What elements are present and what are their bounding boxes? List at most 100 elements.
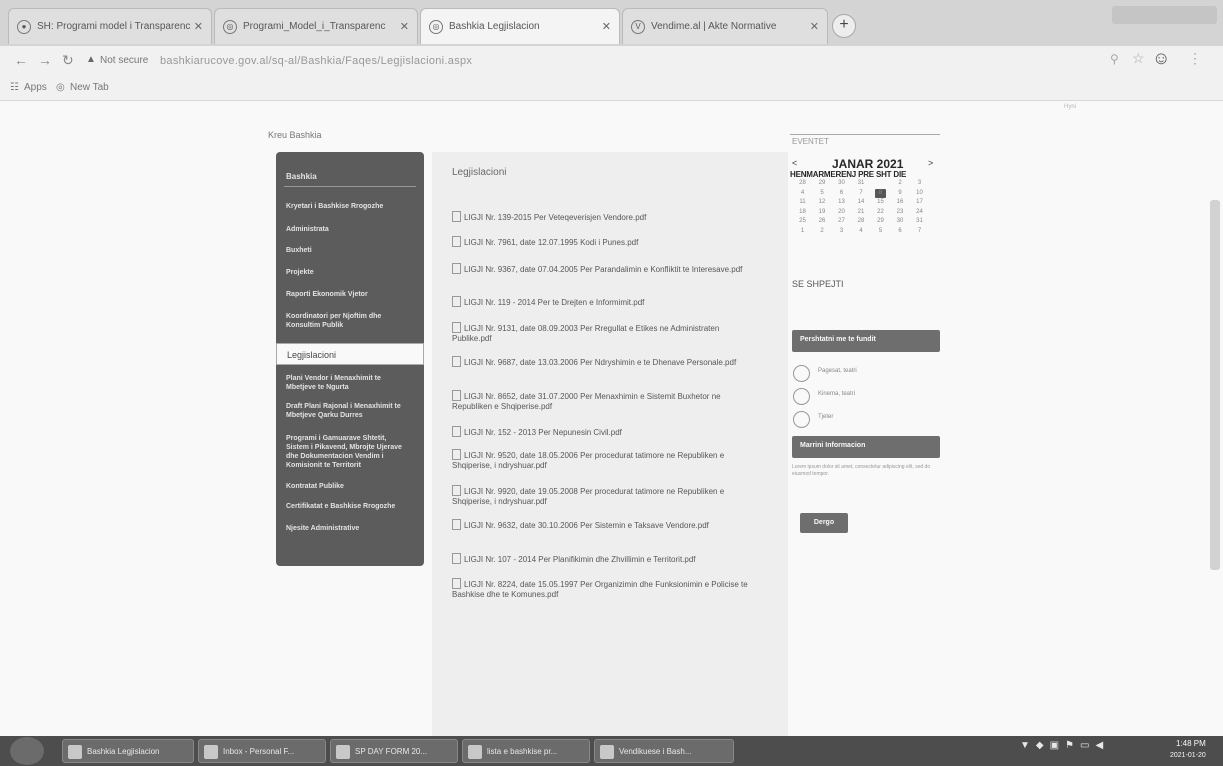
document-link[interactable]: LIGJI Nr. 7961, date 12.07.1995 Kodi i P…: [452, 236, 752, 248]
calendar-day[interactable]: 2: [895, 180, 906, 186]
calendar-day[interactable]: 29: [817, 180, 828, 186]
document-link[interactable]: LIGJI Nr. 9131, date 08.09.2003 Per Rreg…: [452, 322, 752, 344]
scrollbar[interactable]: [1210, 200, 1220, 570]
calendar-day[interactable]: 7: [856, 190, 867, 196]
radio-option-3[interactable]: [793, 411, 810, 428]
back-icon[interactable]: ←: [14, 52, 28, 68]
calendar-day[interactable]: 20: [836, 209, 847, 215]
close-icon[interactable]: ✕: [810, 20, 819, 33]
calendar-day[interactable]: 28: [797, 180, 808, 186]
document-link[interactable]: LIGJI Nr. 119 - 2014 Per te Drejten e In…: [452, 296, 752, 308]
calendar-day[interactable]: 16: [895, 199, 906, 205]
calendar-day[interactable]: 17: [914, 199, 925, 205]
document-link[interactable]: LIGJI Nr. 9520, date 18.05.2006 Per proc…: [452, 449, 752, 471]
close-icon[interactable]: ✕: [602, 20, 611, 33]
document-link[interactable]: LIGJI Nr. 107 - 2014 Per Planifikimin dh…: [452, 553, 752, 565]
menu-icon[interactable]: ⋮: [1188, 50, 1202, 67]
calendar-day[interactable]: 11: [797, 199, 808, 205]
calendar-day[interactable]: 18: [797, 209, 808, 215]
calendar-day[interactable]: 23: [895, 209, 906, 215]
calendar-day[interactable]: 28: [856, 218, 867, 224]
calendar-day[interactable]: 30: [836, 180, 847, 186]
document-link[interactable]: LIGJI Nr. 9632, date 30.10.2006 Per Sist…: [452, 519, 752, 531]
calendar-day[interactable]: 21: [856, 209, 867, 215]
profile-icon[interactable]: ☺: [1152, 48, 1170, 69]
calendar-day[interactable]: 2: [817, 228, 828, 234]
star-icon[interactable]: ☆: [1132, 50, 1145, 67]
calendar-day[interactable]: 14: [856, 199, 867, 205]
clock-date[interactable]: 2021-01-20: [1170, 752, 1206, 759]
sidebar-item-kontratat[interactable]: Kontratat Publike: [286, 482, 404, 491]
sidebar-item-buxheti[interactable]: Buxheti: [286, 246, 404, 255]
calendar-day[interactable]: 5: [817, 190, 828, 196]
calendar-day[interactable]: 7: [914, 228, 925, 234]
tab-3[interactable]: ◎ Bashkia Legjislacion ✕: [420, 8, 620, 44]
calendar-prev-button[interactable]: <: [792, 158, 797, 168]
security-label[interactable]: Not secure: [100, 55, 148, 66]
tab-1[interactable]: ● SH: Programi model i Transparenc ✕: [8, 8, 212, 44]
taskbar-item-word-1[interactable]: SP DAY FORM 20...: [330, 739, 458, 763]
login-link[interactable]: Hyni: [1064, 104, 1076, 110]
breadcrumb[interactable]: Kreu Bashkia: [268, 130, 322, 140]
window-controls[interactable]: [1112, 6, 1217, 24]
calendar-day[interactable]: 8: [875, 190, 886, 196]
calendar-day[interactable]: 27: [836, 218, 847, 224]
document-link[interactable]: LIGJI Nr. 152 - 2013 Per Nepunesin Civil…: [452, 426, 752, 438]
document-link[interactable]: LIGJI Nr. 139-2015 Per Veteqeverisjen Ve…: [452, 211, 752, 223]
calendar-day[interactable]: 3: [914, 180, 925, 186]
start-button[interactable]: [10, 737, 44, 765]
reload-icon[interactable]: ↻: [62, 52, 74, 69]
calendar-day[interactable]: 15: [875, 199, 886, 205]
forward-icon[interactable]: →: [38, 52, 52, 68]
clock-time[interactable]: 1:48 PM: [1176, 739, 1206, 748]
sidebar-item-plani-vendor[interactable]: Plani Vendor i Menaxhimit te Mbetjeve te…: [286, 374, 404, 392]
sidebar-item-kryetari[interactable]: Kryetari i Bashkise Rrogozhe: [286, 202, 404, 211]
bookmark-new-tab[interactable]: New Tab: [70, 82, 109, 93]
radio-option-1[interactable]: [793, 365, 810, 382]
sidebar-item-administrata[interactable]: Administrata: [286, 225, 404, 234]
taskbar-item-word-3[interactable]: Vendikuese i Bash...: [594, 739, 734, 763]
calendar-day[interactable]: 24: [914, 209, 925, 215]
taskbar-item-browser[interactable]: Bashkia Legjislacion: [62, 739, 194, 763]
document-link[interactable]: LIGJI Nr. 9920, date 19.05.2008 Per proc…: [452, 485, 752, 507]
sidebar-item-njesite[interactable]: Njesite Administrative: [286, 524, 404, 533]
apps-icon[interactable]: ☷: [10, 82, 19, 93]
calendar-day[interactable]: 4: [797, 190, 808, 196]
calendar-day[interactable]: 30: [895, 218, 906, 224]
calendar-day[interactable]: 31: [856, 180, 867, 186]
taskbar-item-word-2[interactable]: lista e bashkise pr...: [462, 739, 590, 763]
calendar-day[interactable]: 6: [895, 228, 906, 234]
calendar-day[interactable]: 26: [817, 218, 828, 224]
sidebar-item-koordinatori[interactable]: Koordinatori per Njoftim dhe Konsultim P…: [286, 312, 404, 330]
search-icon[interactable]: ⚲: [1110, 52, 1119, 66]
calendar-day[interactable]: 5: [875, 228, 886, 234]
calendar-day[interactable]: 3: [836, 228, 847, 234]
document-link[interactable]: LIGJI Nr. 9687, date 13.03.2006 Per Ndry…: [452, 356, 752, 368]
sidebar-item-raporti[interactable]: Raporti Ekonomik Vjetor: [286, 290, 404, 299]
tab-2[interactable]: ◎ Programi_Model_i_Transparenc ✕: [214, 8, 418, 44]
radio-option-2[interactable]: [793, 388, 810, 405]
calendar-day[interactable]: 4: [856, 228, 867, 234]
calendar-day[interactable]: 19: [817, 209, 828, 215]
bookmark-apps[interactable]: Apps: [24, 82, 47, 93]
sidebar-item-draft-plani[interactable]: Draft Plani Rajonal i Menaxhimit te Mbet…: [286, 402, 404, 420]
sidebar-item-projekte[interactable]: Projekte: [286, 268, 404, 277]
calendar-day[interactable]: 22: [875, 209, 886, 215]
close-icon[interactable]: ✕: [400, 20, 409, 33]
send-button[interactable]: Dergo: [800, 513, 848, 533]
url-field[interactable]: bashkiarucove.gov.al/sq-al/Bashkia/Faqes…: [160, 55, 472, 67]
sidebar-item-programi[interactable]: Programi i Gamuarave Shtetit, Sistem i P…: [286, 434, 404, 470]
see-all-link[interactable]: SE SHPEJTI: [792, 279, 844, 289]
sidebar-item-certifikatat[interactable]: Certifikatat e Bashkise Rrogozhe: [286, 502, 404, 511]
calendar-day[interactable]: 12: [817, 199, 828, 205]
calendar-day[interactable]: 9: [895, 190, 906, 196]
calendar-day[interactable]: 31: [914, 218, 925, 224]
calendar-day[interactable]: 6: [836, 190, 847, 196]
calendar-day[interactable]: 1: [875, 180, 886, 186]
calendar-day[interactable]: 25: [797, 218, 808, 224]
new-tab-button[interactable]: +: [832, 14, 856, 38]
calendar-day[interactable]: 29: [875, 218, 886, 224]
calendar-next-button[interactable]: >: [928, 158, 933, 168]
calendar-day[interactable]: 10: [914, 190, 925, 196]
calendar-day[interactable]: 13: [836, 199, 847, 205]
